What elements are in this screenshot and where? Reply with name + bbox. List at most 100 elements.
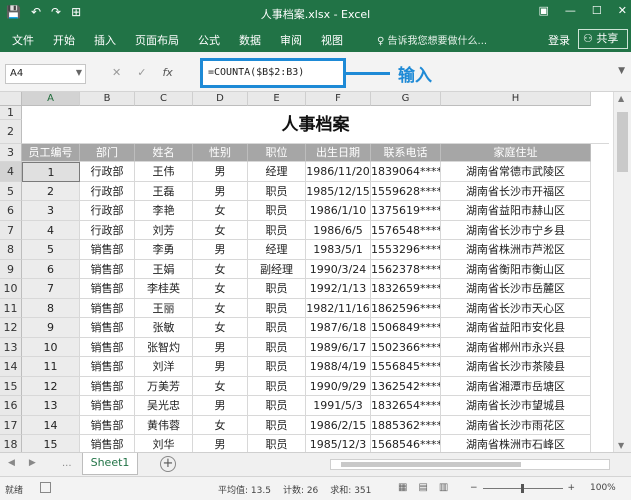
table-cell[interactable]: 行政部 bbox=[80, 201, 135, 221]
table-cell[interactable]: 女 bbox=[193, 376, 248, 396]
column-header[interactable]: C bbox=[135, 92, 193, 106]
table-cell[interactable]: 7 bbox=[22, 279, 80, 299]
table-cell[interactable]: 女 bbox=[193, 279, 248, 299]
table-cell[interactable]: 刘洋 bbox=[135, 357, 193, 377]
table-cell[interactable]: 销售部 bbox=[80, 415, 135, 435]
column-header[interactable]: H bbox=[441, 92, 591, 106]
row-header[interactable]: 7 bbox=[0, 220, 22, 240]
table-cell[interactable]: 女 bbox=[193, 415, 248, 435]
table-cell[interactable]: 销售部 bbox=[80, 298, 135, 318]
table-cell[interactable]: 湖南省益阳市赫山区 bbox=[441, 201, 591, 221]
sheet-next-icon[interactable]: ▶ bbox=[29, 458, 36, 468]
table-cell[interactable]: 职员 bbox=[248, 415, 306, 435]
column-title-cell[interactable]: 员工编号 bbox=[22, 144, 80, 162]
table-cell[interactable]: 15 bbox=[22, 435, 80, 452]
row-header[interactable]: 15 bbox=[0, 376, 22, 396]
column-title-cell[interactable]: 部门 bbox=[80, 144, 135, 162]
zoom-slider[interactable] bbox=[482, 483, 563, 493]
table-cell[interactable]: 5 bbox=[22, 240, 80, 260]
table-cell[interactable]: 王伟 bbox=[135, 162, 193, 182]
select-all-corner[interactable] bbox=[0, 92, 22, 106]
formula-input[interactable]: =COUNTA($B$2:B3) bbox=[200, 58, 346, 88]
table-cell[interactable]: 6 bbox=[22, 259, 80, 279]
table-cell[interactable]: 湖南省长沙市天心区 bbox=[441, 298, 591, 318]
table-cell[interactable]: 湖南省株洲市石峰区 bbox=[441, 435, 591, 452]
column-title-cell[interactable]: 姓名 bbox=[135, 144, 193, 162]
tab-view[interactable]: 视图 bbox=[321, 32, 343, 48]
table-cell[interactable]: 女 bbox=[193, 220, 248, 240]
table-cell[interactable]: 1839064**** bbox=[371, 162, 441, 182]
table-cell[interactable]: 1987/6/18 bbox=[306, 318, 371, 338]
tab-home[interactable]: 开始 bbox=[53, 32, 75, 48]
maximize-icon[interactable]: ☐ bbox=[592, 4, 602, 17]
row-header[interactable]: 4 bbox=[0, 162, 22, 182]
row-header[interactable]: 12 bbox=[0, 318, 22, 338]
table-cell[interactable]: 湖南省长沙市望城县 bbox=[441, 396, 591, 416]
share-button[interactable]: ⚇ 共享 bbox=[578, 29, 628, 49]
table-cell[interactable]: 湖南省长沙市茶陵县 bbox=[441, 357, 591, 377]
table-cell[interactable]: 1832659**** bbox=[371, 279, 441, 299]
row-header[interactable]: 14 bbox=[0, 357, 22, 377]
active-cell[interactable]: 1 bbox=[22, 162, 80, 182]
table-cell[interactable]: 职员 bbox=[248, 181, 306, 201]
table-cell[interactable]: 1562378**** bbox=[371, 259, 441, 279]
login-button[interactable]: 登录 bbox=[548, 32, 570, 48]
more-sheets-icon[interactable]: ... bbox=[62, 458, 72, 469]
table-cell[interactable]: 13 bbox=[22, 396, 80, 416]
tab-insert[interactable]: 插入 bbox=[94, 32, 116, 48]
table-cell[interactable]: 湖南省益阳市安化县 bbox=[441, 318, 591, 338]
table-cell[interactable]: 女 bbox=[193, 298, 248, 318]
table-cell[interactable]: 9 bbox=[22, 318, 80, 338]
row-header[interactable]: 10 bbox=[0, 279, 22, 299]
table-cell[interactable]: 湖南省株洲市芦淞区 bbox=[441, 240, 591, 260]
row-header[interactable]: 5 bbox=[0, 181, 22, 201]
column-header[interactable]: D bbox=[193, 92, 248, 106]
table-cell[interactable]: 销售部 bbox=[80, 279, 135, 299]
table-cell[interactable]: 3 bbox=[22, 201, 80, 221]
hscroll-thumb[interactable] bbox=[341, 462, 521, 467]
macro-record-icon[interactable] bbox=[40, 482, 51, 493]
column-title-cell[interactable]: 性别 bbox=[193, 144, 248, 162]
table-cell[interactable]: 女 bbox=[193, 318, 248, 338]
table-cell[interactable]: 12 bbox=[22, 376, 80, 396]
tab-data[interactable]: 数据 bbox=[239, 32, 261, 48]
table-cell[interactable]: 湖南省长沙市宁乡县 bbox=[441, 220, 591, 240]
enter-icon[interactable]: ✓ bbox=[137, 66, 146, 79]
scroll-down-icon[interactable]: ▼ bbox=[618, 441, 624, 450]
table-cell[interactable]: 1989/6/17 bbox=[306, 337, 371, 357]
table-cell[interactable]: 销售部 bbox=[80, 396, 135, 416]
insert-function-icon[interactable]: fx bbox=[162, 66, 172, 79]
table-cell[interactable]: 李艳 bbox=[135, 201, 193, 221]
row-header[interactable]: 17 bbox=[0, 415, 22, 435]
table-cell[interactable]: 男 bbox=[193, 337, 248, 357]
table-cell[interactable]: 男 bbox=[193, 181, 248, 201]
table-cell[interactable]: 1576548**** bbox=[371, 220, 441, 240]
table-cell[interactable]: 行政部 bbox=[80, 220, 135, 240]
row-header[interactable]: 6 bbox=[0, 201, 22, 221]
table-cell[interactable]: 1556845**** bbox=[371, 357, 441, 377]
tell-me-box[interactable]: ♀ 告诉我您想要做什么... bbox=[377, 32, 487, 47]
table-cell[interactable]: 1982/11/16 bbox=[306, 298, 371, 318]
tab-formulas[interactable]: 公式 bbox=[198, 32, 220, 48]
table-cell[interactable]: 1988/4/19 bbox=[306, 357, 371, 377]
table-cell[interactable]: 吴光忠 bbox=[135, 396, 193, 416]
zoom-slider-knob[interactable] bbox=[520, 483, 524, 493]
table-cell[interactable]: 男 bbox=[193, 435, 248, 452]
table-cell[interactable]: 1506849**** bbox=[371, 318, 441, 338]
table-cell[interactable]: 湖南省衡阳市衡山区 bbox=[441, 259, 591, 279]
sheet-title[interactable]: 人事档案 bbox=[22, 106, 609, 144]
table-cell[interactable]: 1862596**** bbox=[371, 298, 441, 318]
tab-page-layout[interactable]: 页面布局 bbox=[135, 32, 179, 48]
table-cell[interactable]: 14 bbox=[22, 415, 80, 435]
table-cell[interactable]: 职员 bbox=[248, 357, 306, 377]
row-header[interactable]: 8 bbox=[0, 240, 22, 260]
vertical-scrollbar[interactable]: ▲ ▼ bbox=[613, 92, 631, 452]
table-cell[interactable]: 1832654**** bbox=[371, 396, 441, 416]
table-cell[interactable]: 职员 bbox=[248, 435, 306, 452]
table-cell[interactable]: 1986/11/20 bbox=[306, 162, 371, 182]
column-header[interactable]: F bbox=[306, 92, 371, 106]
table-cell[interactable]: 销售部 bbox=[80, 240, 135, 260]
table-cell[interactable]: 刘芳 bbox=[135, 220, 193, 240]
table-cell[interactable]: 职员 bbox=[248, 279, 306, 299]
table-cell[interactable]: 8 bbox=[22, 298, 80, 318]
